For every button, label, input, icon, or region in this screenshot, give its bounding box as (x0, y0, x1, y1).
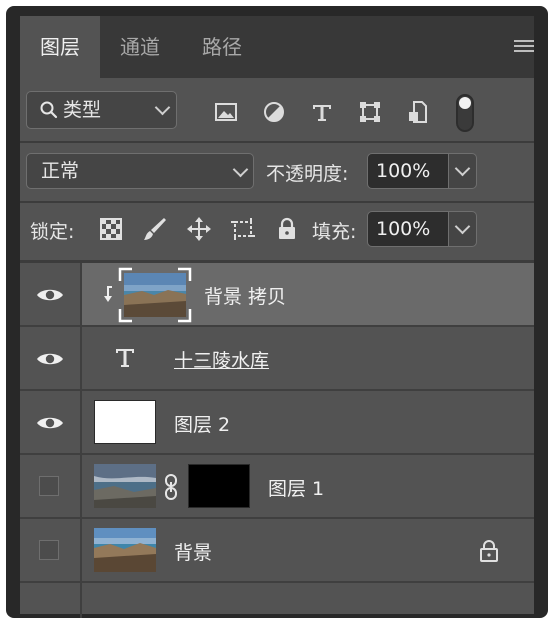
layer-thumbnail[interactable] (94, 400, 156, 444)
visibility-column (20, 583, 82, 618)
layer-name[interactable]: 图层 2 (174, 410, 230, 437)
visibility-column (20, 519, 82, 581)
blend-mode-select[interactable]: 正常 (26, 153, 254, 189)
layer-filter-select[interactable]: 类型 (26, 91, 177, 129)
eye-icon[interactable] (36, 415, 64, 431)
layer-mask-thumbnail[interactable] (188, 464, 250, 508)
visibility-column (20, 391, 82, 453)
lock-artboard-icon[interactable] (230, 216, 256, 242)
chevron-down-icon (154, 99, 171, 116)
lock-image-pixels-brush-icon[interactable] (142, 216, 168, 242)
chevron-down-icon (454, 160, 471, 177)
visibility-column (20, 327, 82, 389)
image-filter-icon[interactable] (214, 100, 238, 124)
fill-dropdown-button[interactable] (449, 211, 477, 247)
chain-link-icon[interactable] (162, 474, 180, 500)
lock-position-move-icon[interactable] (186, 216, 212, 242)
layer-row[interactable]: 十三陵水库 (20, 327, 534, 391)
fill-input[interactable]: 100% (367, 211, 449, 247)
opacity-label: 不透明度: (266, 163, 349, 185)
type-layer-icon (116, 349, 134, 367)
blend-mode-value: 正常 (41, 160, 80, 182)
fill-label: 填充: (312, 221, 357, 243)
layers-panel: 图层 通道 路径 类型 正常 不透明度: 100% 锁定: 填充: 100% 背… (20, 16, 534, 618)
search-icon (40, 101, 58, 119)
shape-filter-icon[interactable] (358, 100, 382, 124)
tab-layers[interactable]: 图层 (20, 16, 100, 78)
divider (20, 201, 534, 203)
type-filter-icon[interactable] (310, 100, 334, 124)
adjustment-filter-icon[interactable] (262, 100, 286, 124)
opacity-dropdown-button[interactable] (449, 153, 477, 189)
layer-row[interactable]: 图层 1 (20, 455, 534, 519)
layer-thumbnail[interactable] (94, 464, 156, 508)
layer-name[interactable]: 背景 (174, 538, 212, 565)
layer-name[interactable]: 背景 拷贝 (204, 282, 286, 309)
lock-label: 锁定: (30, 221, 75, 243)
lock-icon (480, 540, 498, 562)
tab-paths[interactable]: 路径 (180, 16, 264, 78)
tab-channels[interactable]: 通道 (100, 16, 180, 78)
layer-name[interactable]: 十三陵水库 (174, 346, 269, 373)
visibility-toggle-empty[interactable] (39, 476, 59, 496)
clipping-mask-arrow-icon (104, 286, 112, 302)
visibility-column (20, 455, 82, 517)
layer-thumbnail[interactable] (94, 528, 156, 572)
visibility-toggle-empty[interactable] (39, 540, 59, 560)
divider (20, 141, 534, 143)
panel-tab-bar: 图层 通道 路径 (20, 16, 534, 78)
panel-menu-icon[interactable] (514, 40, 534, 54)
chevron-down-icon (454, 218, 471, 235)
lock-all-icon[interactable] (274, 216, 300, 242)
eye-icon[interactable] (36, 351, 64, 367)
layer-row[interactable]: 图层 2 (20, 391, 534, 455)
filter-toggle-switch[interactable] (456, 94, 474, 132)
opacity-input[interactable]: 100% (367, 153, 449, 189)
layer-row[interactable]: 背景 (20, 519, 534, 583)
visibility-column (20, 263, 82, 325)
smart-object-filter-icon[interactable] (406, 100, 430, 124)
layer-row[interactable]: 背景 拷贝 (20, 263, 534, 327)
layer-name[interactable]: 图层 1 (268, 474, 324, 501)
eye-icon[interactable] (36, 287, 64, 303)
filter-kind-label: 类型 (63, 99, 102, 121)
layers-panel-window: 图层 通道 路径 类型 正常 不透明度: 100% 锁定: 填充: 100% 背… (6, 6, 548, 618)
chevron-down-icon (232, 161, 249, 178)
lock-transparent-pixels-icon[interactable] (98, 216, 124, 242)
empty-layers-area (20, 583, 534, 618)
selection-corner-brackets (118, 267, 192, 323)
